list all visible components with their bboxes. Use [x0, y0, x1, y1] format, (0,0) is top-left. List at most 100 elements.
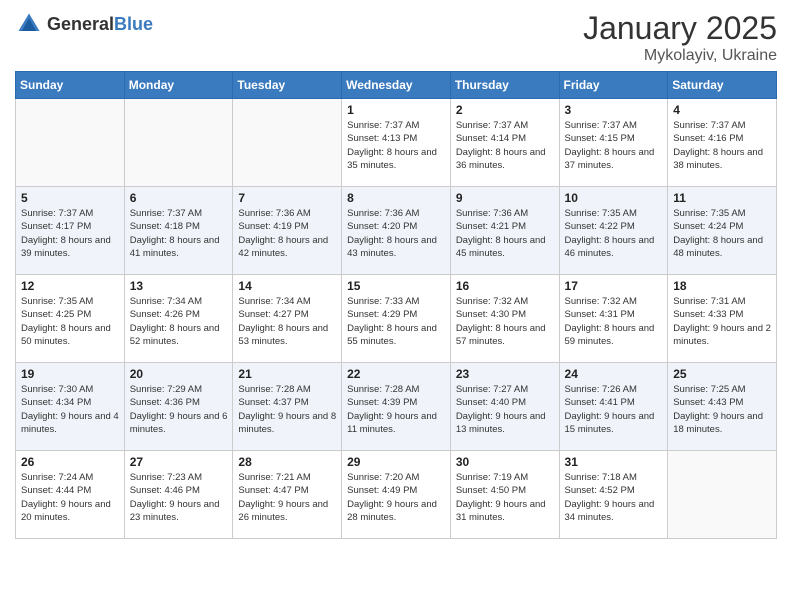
- calendar-day-cell: 27 Sunrise: 7:23 AM Sunset: 4:46 PM Dayli…: [124, 451, 233, 539]
- day-number: 18: [673, 279, 771, 293]
- day-number: 31: [565, 455, 663, 469]
- day-info: Sunrise: 7:30 AM Sunset: 4:34 PM Dayligh…: [21, 383, 119, 436]
- day-number: 30: [456, 455, 554, 469]
- calendar-week-row: 26Sunrise: 7:24 AM Sunset: 4:44 PM Dayli…: [16, 451, 777, 539]
- calendar-day-cell: 7 Sunrise: 7:36 AM Sunset: 4:19 PM Daylig…: [233, 187, 342, 275]
- day-info: Sunrise: 7:35 AM Sunset: 4:24 PM Dayligh…: [673, 207, 771, 260]
- calendar-day-cell: 5 Sunrise: 7:37 AM Sunset: 4:17 PM Daylig…: [16, 187, 125, 275]
- day-number: 2: [456, 103, 554, 117]
- calendar-day-cell: 20Sunrise: 7:29 AM Sunset: 4:36 PM Dayli…: [124, 363, 233, 451]
- day-number: 24: [565, 367, 663, 381]
- calendar-day-cell: 14 Sunrise: 7:34 AM Sunset: 4:27 PM Dayli…: [233, 275, 342, 363]
- calendar-day-cell: 2 Sunrise: 7:37 AM Sunset: 4:14 PM Daylig…: [450, 99, 559, 187]
- day-number: 5: [21, 191, 119, 205]
- day-of-week-header: Thursday: [450, 72, 559, 99]
- day-info: Sunrise: 7:36 AM Sunset: 4:19 PM Dayligh…: [238, 207, 336, 260]
- day-number: 20: [130, 367, 228, 381]
- calendar-day-cell: 9 Sunrise: 7:36 AM Sunset: 4:21 PM Daylig…: [450, 187, 559, 275]
- calendar-day-cell: 26Sunrise: 7:24 AM Sunset: 4:44 PM Dayli…: [16, 451, 125, 539]
- day-number: 8: [347, 191, 445, 205]
- day-number: 9: [456, 191, 554, 205]
- calendar-day-cell: 24 Sunrise: 7:26 AM Sunset: 4:41 PM Dayli…: [559, 363, 668, 451]
- calendar-day-cell: 31 Sunrise: 7:18 AM Sunset: 4:52 PM Dayli…: [559, 451, 668, 539]
- day-of-week-header: Sunday: [16, 72, 125, 99]
- calendar-day-cell: 13 Sunrise: 7:34 AM Sunset: 4:26 PM Dayli…: [124, 275, 233, 363]
- day-info: Sunrise: 7:37 AM Sunset: 4:15 PM Dayligh…: [565, 119, 663, 172]
- calendar-day-cell: 29Sunrise: 7:20 AM Sunset: 4:49 PM Dayli…: [342, 451, 451, 539]
- day-number: 14: [238, 279, 336, 293]
- day-info: Sunrise: 7:35 AM Sunset: 4:22 PM Dayligh…: [565, 207, 663, 260]
- calendar-day-cell: 16Sunrise: 7:32 AM Sunset: 4:30 PM Dayli…: [450, 275, 559, 363]
- day-info: Sunrise: 7:28 AM Sunset: 4:39 PM Dayligh…: [347, 383, 445, 436]
- logo-general-text: General: [47, 14, 114, 34]
- day-number: 19: [21, 367, 119, 381]
- day-number: 15: [347, 279, 445, 293]
- calendar-day-cell: 12Sunrise: 7:35 AM Sunset: 4:25 PM Dayli…: [16, 275, 125, 363]
- day-info: Sunrise: 7:23 AM Sunset: 4:46 PM Dayligh…: [130, 471, 228, 524]
- day-number: 23: [456, 367, 554, 381]
- day-number: 12: [21, 279, 119, 293]
- calendar-day-cell: [124, 99, 233, 187]
- calendar-day-cell: 22 Sunrise: 7:28 AM Sunset: 4:39 PM Dayli…: [342, 363, 451, 451]
- day-of-week-header: Saturday: [668, 72, 777, 99]
- day-of-week-header: Tuesday: [233, 72, 342, 99]
- day-number: 22: [347, 367, 445, 381]
- logo: GeneralBlue: [15, 10, 153, 38]
- day-info: Sunrise: 7:32 AM Sunset: 4:30 PM Dayligh…: [456, 295, 554, 348]
- day-info: Sunrise: 7:37 AM Sunset: 4:13 PM Dayligh…: [347, 119, 445, 172]
- day-number: 13: [130, 279, 228, 293]
- calendar-day-cell: 21 Sunrise: 7:28 AM Sunset: 4:37 PM Dayli…: [233, 363, 342, 451]
- day-info: Sunrise: 7:26 AM Sunset: 4:41 PM Dayligh…: [565, 383, 663, 436]
- month-title: January 2025: [583, 10, 777, 47]
- day-number: 25: [673, 367, 771, 381]
- day-info: Sunrise: 7:36 AM Sunset: 4:20 PM Dayligh…: [347, 207, 445, 260]
- day-info: Sunrise: 7:31 AM Sunset: 4:33 PM Dayligh…: [673, 295, 771, 348]
- day-info: Sunrise: 7:37 AM Sunset: 4:17 PM Dayligh…: [21, 207, 119, 260]
- calendar-day-cell: [16, 99, 125, 187]
- logo-blue-text: Blue: [114, 14, 153, 34]
- day-number: 7: [238, 191, 336, 205]
- day-of-week-header: Wednesday: [342, 72, 451, 99]
- calendar-day-cell: 3 Sunrise: 7:37 AM Sunset: 4:15 PM Daylig…: [559, 99, 668, 187]
- day-number: 27: [130, 455, 228, 469]
- calendar-day-cell: 18 Sunrise: 7:31 AM Sunset: 4:33 PM Dayli…: [668, 275, 777, 363]
- day-info: Sunrise: 7:37 AM Sunset: 4:18 PM Dayligh…: [130, 207, 228, 260]
- day-number: 17: [565, 279, 663, 293]
- calendar-week-row: 5 Sunrise: 7:37 AM Sunset: 4:17 PM Daylig…: [16, 187, 777, 275]
- calendar-week-row: 1 Sunrise: 7:37 AM Sunset: 4:13 PM Daylig…: [16, 99, 777, 187]
- day-of-week-header: Monday: [124, 72, 233, 99]
- day-number: 6: [130, 191, 228, 205]
- calendar-week-row: 12Sunrise: 7:35 AM Sunset: 4:25 PM Dayli…: [16, 275, 777, 363]
- page-container: GeneralBlue January 2025 Mykolayiv, Ukra…: [0, 0, 792, 549]
- day-info: Sunrise: 7:21 AM Sunset: 4:47 PM Dayligh…: [238, 471, 336, 524]
- day-info: Sunrise: 7:27 AM Sunset: 4:40 PM Dayligh…: [456, 383, 554, 436]
- calendar-day-cell: 19 Sunrise: 7:30 AM Sunset: 4:34 PM Dayli…: [16, 363, 125, 451]
- calendar-day-cell: 28Sunrise: 7:21 AM Sunset: 4:47 PM Dayli…: [233, 451, 342, 539]
- day-of-week-header: Friday: [559, 72, 668, 99]
- day-info: Sunrise: 7:37 AM Sunset: 4:14 PM Dayligh…: [456, 119, 554, 172]
- day-number: 4: [673, 103, 771, 117]
- calendar-day-cell: 15 Sunrise: 7:33 AM Sunset: 4:29 PM Dayli…: [342, 275, 451, 363]
- day-info: Sunrise: 7:34 AM Sunset: 4:26 PM Dayligh…: [130, 295, 228, 348]
- day-info: Sunrise: 7:28 AM Sunset: 4:37 PM Dayligh…: [238, 383, 336, 436]
- day-info: Sunrise: 7:18 AM Sunset: 4:52 PM Dayligh…: [565, 471, 663, 524]
- day-number: 21: [238, 367, 336, 381]
- day-number: 26: [21, 455, 119, 469]
- day-info: Sunrise: 7:34 AM Sunset: 4:27 PM Dayligh…: [238, 295, 336, 348]
- day-number: 1: [347, 103, 445, 117]
- day-number: 10: [565, 191, 663, 205]
- logo-icon: [15, 10, 43, 38]
- calendar-day-cell: 10 Sunrise: 7:35 AM Sunset: 4:22 PM Dayli…: [559, 187, 668, 275]
- day-info: Sunrise: 7:36 AM Sunset: 4:21 PM Dayligh…: [456, 207, 554, 260]
- calendar-header-row: SundayMondayTuesdayWednesdayThursdayFrid…: [16, 72, 777, 99]
- day-info: Sunrise: 7:37 AM Sunset: 4:16 PM Dayligh…: [673, 119, 771, 172]
- day-number: 3: [565, 103, 663, 117]
- day-info: Sunrise: 7:33 AM Sunset: 4:29 PM Dayligh…: [347, 295, 445, 348]
- calendar-day-cell: 17 Sunrise: 7:32 AM Sunset: 4:31 PM Dayli…: [559, 275, 668, 363]
- day-number: 29: [347, 455, 445, 469]
- calendar-day-cell: 4 Sunrise: 7:37 AM Sunset: 4:16 PM Daylig…: [668, 99, 777, 187]
- calendar-week-row: 19 Sunrise: 7:30 AM Sunset: 4:34 PM Dayli…: [16, 363, 777, 451]
- day-info: Sunrise: 7:25 AM Sunset: 4:43 PM Dayligh…: [673, 383, 771, 436]
- day-info: Sunrise: 7:32 AM Sunset: 4:31 PM Dayligh…: [565, 295, 663, 348]
- day-number: 11: [673, 191, 771, 205]
